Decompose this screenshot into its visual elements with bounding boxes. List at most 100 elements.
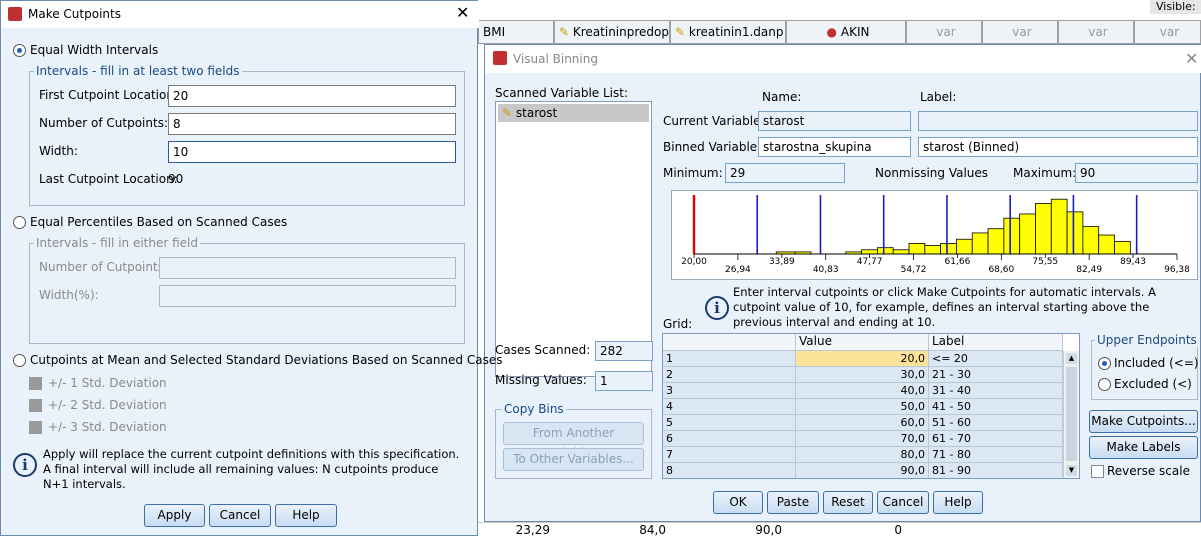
- column-label: Kreatininpredop: [572, 25, 669, 39]
- histogram-bar: [876, 247, 894, 255]
- table-row[interactable]: 8 90,0 81 - 90: [663, 463, 1063, 478]
- column-header-var[interactable]: var: [982, 20, 1058, 44]
- data-row: 23,29 84,0 90,0 0: [478, 522, 1201, 539]
- column-header-var[interactable]: var: [1134, 20, 1201, 44]
- grid-scrollbar[interactable]: ▲ ▼: [1063, 351, 1079, 478]
- row-number-cell: 3: [663, 383, 796, 399]
- sd2-checkbox[interactable]: [29, 399, 42, 412]
- histogram-bar: [971, 232, 989, 255]
- cancel-button[interactable]: Cancel: [877, 491, 929, 514]
- sd1-label[interactable]: +/- 1 Std. Deviation: [48, 376, 167, 390]
- excluded-label[interactable]: Excluded (<): [1114, 377, 1192, 391]
- close-icon[interactable]: ✕: [456, 3, 469, 22]
- percentile-number-input[interactable]: [159, 257, 456, 279]
- column-header-var[interactable]: var: [1058, 20, 1134, 44]
- make-labels-button[interactable]: Make Labels: [1089, 436, 1198, 459]
- value-cell[interactable]: 30,0: [796, 367, 929, 383]
- from-another-variable-button[interactable]: From Another Variable...: [503, 422, 644, 460]
- histogram: 20,00 33,89 47,77 61,66 75,55 89,43 26,94 40,83…: [671, 190, 1198, 280]
- paste-button[interactable]: Paste: [767, 491, 819, 514]
- tick-label: 54,72: [901, 265, 927, 275]
- column-header-kreatinin1[interactable]: ✎ kreatinin1.danp: [670, 20, 786, 44]
- sd3-checkbox[interactable]: [29, 421, 42, 434]
- sd2-label[interactable]: +/- 2 Std. Deviation: [48, 398, 167, 412]
- binned-variable-label-input[interactable]: starost (Binned): [918, 137, 1198, 157]
- row-number-cell: 6: [663, 431, 796, 447]
- first-cutpoint-label: First Cutpoint Location:: [39, 88, 178, 102]
- number-of-cutpoints-input[interactable]: 8: [168, 113, 456, 135]
- histogram-bar: [924, 245, 942, 255]
- included-radio[interactable]: [1098, 357, 1111, 370]
- column-header-var[interactable]: var: [906, 20, 982, 44]
- table-row[interactable]: 7 80,0 71 - 80: [663, 447, 1063, 463]
- scroll-thumb[interactable]: [1066, 367, 1077, 461]
- width-input[interactable]: 10: [168, 141, 456, 163]
- equal-width-label[interactable]: Equal Width Intervals: [30, 43, 158, 57]
- excluded-radio[interactable]: [1098, 378, 1111, 391]
- sd3-label[interactable]: +/- 3 Std. Deviation: [48, 420, 167, 434]
- value-cell[interactable]: 50,0: [796, 399, 929, 415]
- current-variable-desc-field: [918, 111, 1198, 131]
- table-row[interactable]: 5 60,0 51 - 60: [663, 415, 1063, 431]
- table-row[interactable]: 4 50,0 41 - 50: [663, 399, 1063, 415]
- percentile-width-input[interactable]: [159, 285, 456, 307]
- equal-width-group-title: Intervals - fill in at least two fields: [34, 64, 242, 78]
- row-number-cell: 7: [663, 447, 796, 463]
- ok-button[interactable]: OK: [713, 491, 763, 514]
- close-icon[interactable]: ✕: [1185, 49, 1198, 68]
- table-row[interactable]: 2 30,0 21 - 30: [663, 367, 1063, 383]
- label-cell[interactable]: 51 - 60: [929, 415, 1063, 431]
- value-cell[interactable]: 60,0: [796, 415, 929, 431]
- tick-label: 47,77: [857, 257, 883, 267]
- column-header-bmi[interactable]: BMI: [478, 20, 554, 44]
- value-cell[interactable]: 20,0: [796, 351, 929, 367]
- column-header-akin[interactable]: ● AKIN: [786, 20, 906, 44]
- cell[interactable]: 23,29: [478, 523, 554, 537]
- label-cell[interactable]: <= 20: [929, 351, 1063, 367]
- value-cell[interactable]: 80,0: [796, 447, 929, 463]
- mean-sd-radio[interactable]: [13, 354, 26, 367]
- value-cell[interactable]: 70,0: [796, 431, 929, 447]
- scroll-down-icon[interactable]: ▼: [1066, 465, 1077, 476]
- label-cell[interactable]: 71 - 80: [929, 447, 1063, 463]
- to-other-variables-button[interactable]: To Other Variables...: [503, 448, 644, 471]
- cell[interactable]: 0: [786, 523, 906, 537]
- label-cell[interactable]: 81 - 90: [929, 463, 1063, 478]
- column-header-kreatininpredop[interactable]: ✎ Kreatininpredop: [554, 20, 670, 44]
- make-cutpoints-dialog: Make Cutpoints ✕ Equal Width Intervals I…: [0, 0, 502, 536]
- label-cell[interactable]: 61 - 70: [929, 431, 1063, 447]
- help-button[interactable]: Help: [933, 491, 983, 514]
- reverse-scale-label[interactable]: Reverse scale: [1107, 464, 1190, 478]
- value-cell[interactable]: 40,0: [796, 383, 929, 399]
- cell[interactable]: 90,0: [670, 523, 786, 537]
- table-row[interactable]: 1 20,0 <= 20: [663, 351, 1063, 367]
- included-label[interactable]: Included (<=): [1114, 356, 1199, 370]
- copy-bins-title: Copy Bins: [502, 402, 566, 416]
- label-cell[interactable]: 21 - 30: [929, 367, 1063, 383]
- apply-button[interactable]: Apply: [144, 504, 205, 527]
- cell[interactable]: 84,0: [554, 523, 670, 537]
- cancel-button[interactable]: Cancel: [209, 504, 271, 527]
- list-item[interactable]: ✎ starost: [498, 104, 649, 122]
- equal-percentiles-label[interactable]: Equal Percentiles Based on Scanned Cases: [30, 215, 287, 229]
- nonmissing-label: Nonmissing Values: [875, 166, 989, 180]
- reset-button[interactable]: Reset: [823, 491, 873, 514]
- value-cell[interactable]: 90,0: [796, 463, 929, 478]
- scanned-variable-list[interactable]: ✎ starost: [495, 101, 652, 377]
- label-cell[interactable]: 31 - 40: [929, 383, 1063, 399]
- make-cutpoints-button[interactable]: Make Cutpoints...: [1089, 410, 1198, 433]
- equal-width-radio[interactable]: [13, 44, 26, 57]
- table-row[interactable]: 3 40,0 31 - 40: [663, 383, 1063, 399]
- reverse-scale-checkbox[interactable]: [1091, 465, 1104, 478]
- sd1-checkbox[interactable]: [29, 377, 42, 390]
- mean-sd-label[interactable]: Cutpoints at Mean and Selected Standard …: [30, 353, 502, 367]
- first-cutpoint-input[interactable]: 20: [168, 85, 456, 107]
- app-icon: [8, 7, 22, 21]
- equal-percentiles-radio[interactable]: [13, 216, 26, 229]
- binned-variable-name-input[interactable]: starostna_skupina: [758, 137, 911, 157]
- help-button[interactable]: Help: [275, 504, 337, 527]
- table-row[interactable]: 6 70,0 61 - 70: [663, 431, 1063, 447]
- label-cell[interactable]: 41 - 50: [929, 399, 1063, 415]
- cutpoint-grid[interactable]: Value Label 1 20,0 <= 20 2 30,0 21 - 30 3 40,0 3…: [662, 333, 1080, 479]
- scroll-up-icon[interactable]: ▲: [1066, 353, 1077, 364]
